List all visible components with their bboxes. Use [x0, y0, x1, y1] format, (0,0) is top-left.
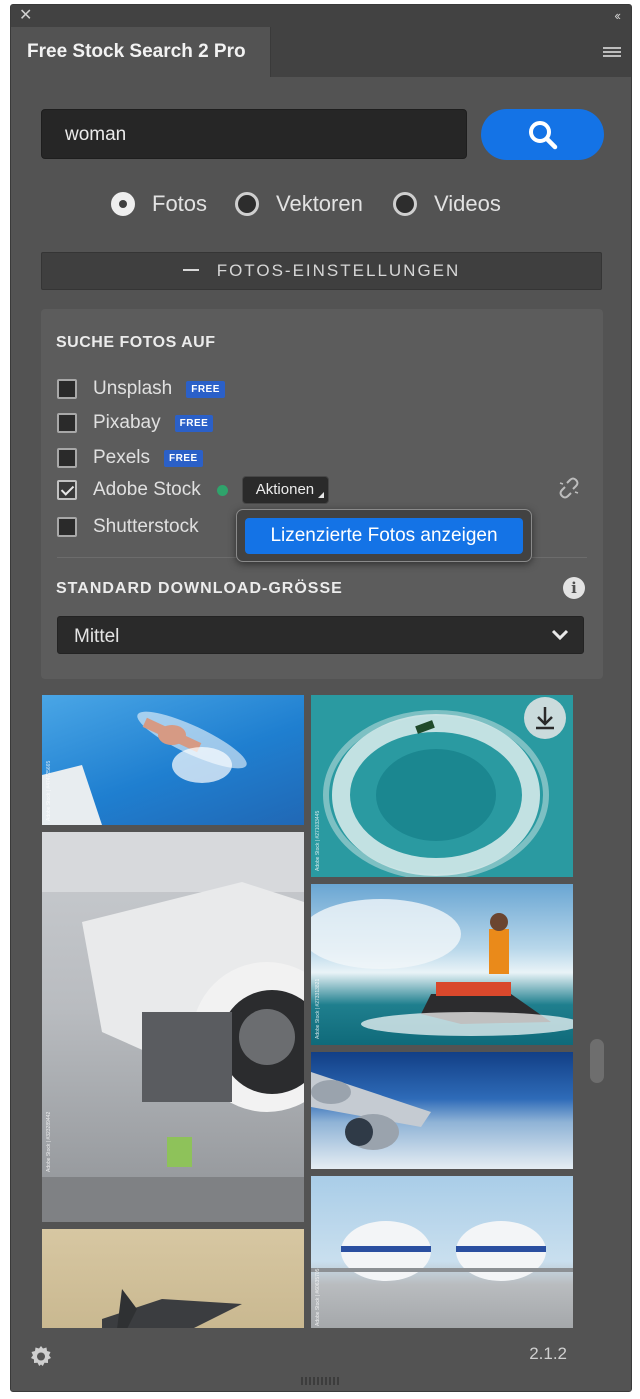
results-scrollbar-thumb[interactable]	[590, 1039, 604, 1083]
source-pexels[interactable]: Pexels FREE	[57, 446, 203, 470]
radio-videos-label: Videos	[434, 191, 501, 216]
result-airplane-wing-photo[interactable]	[311, 1052, 573, 1169]
version-label: 2.1.2	[529, 1344, 567, 1363]
radio-vektoren-indicator[interactable]	[235, 192, 259, 216]
fighter-jet-image	[102, 1289, 242, 1329]
plugin-panel: ✕ ‹‹ Free Stock Search 2 Pro woman Fotos…	[10, 4, 632, 1392]
connected-status-dot	[216, 484, 228, 496]
close-icon[interactable]: ✕	[19, 7, 32, 25]
actions-dropdown-button[interactable]: Aktionen	[241, 476, 330, 504]
result-aircraft-engine-photo[interactable]: Adobe Stock | #323289442	[42, 832, 304, 1222]
radio-vektoren-label: Vektoren	[276, 191, 363, 216]
watermark: Adobe Stock | #474725665	[46, 760, 52, 821]
radio-vektoren[interactable]: Vektoren	[235, 191, 363, 217]
photo-settings-section: SUCHE FOTOS AUF Unsplash FREE Pixabay FR…	[41, 309, 603, 679]
source-label: Pexels	[93, 447, 151, 468]
search-button[interactable]	[481, 109, 604, 160]
resize-grip[interactable]	[301, 1377, 341, 1385]
minus-icon	[182, 268, 199, 271]
panel-footer: 2.1.2	[11, 1328, 631, 1391]
radio-videos-indicator[interactable]	[393, 192, 417, 216]
settings-collapse-header[interactable]: FOTOS-EINSTELLUNGEN	[41, 252, 602, 290]
radio-videos[interactable]: Videos	[393, 191, 501, 217]
result-swimming-woman-photo[interactable]: Adobe Stock | #474725665	[42, 695, 304, 825]
unlink-icon[interactable]	[558, 477, 580, 499]
download-button[interactable]	[524, 697, 566, 739]
download-size-value: Mittel	[74, 626, 120, 647]
hamburger-menu-icon[interactable]	[603, 47, 621, 59]
swimming-woman-image	[42, 711, 247, 825]
checkbox-unsplash[interactable]	[57, 379, 77, 399]
radio-fotos-indicator[interactable]	[111, 192, 135, 216]
checkbox-pexels[interactable]	[57, 448, 77, 468]
source-label: Unsplash	[93, 378, 173, 399]
result-jumbo-jets-photo[interactable]: Adobe Stock | #60635705	[311, 1176, 573, 1331]
source-unsplash[interactable]: Unsplash FREE	[57, 377, 225, 401]
free-badge: FREE	[174, 414, 214, 432]
radio-fotos-label: Fotos	[152, 191, 208, 216]
panel-title: Free Stock Search 2 Pro	[27, 41, 246, 62]
aircraft-engine-image	[42, 832, 304, 1222]
chevron-down-icon	[551, 629, 569, 641]
watermark: Adobe Stock | #271033445	[315, 810, 321, 871]
result-jetski-rider-photo[interactable]: Adobe Stock | #273313821	[311, 884, 573, 1045]
sources-title: SUCHE FOTOS AUF	[56, 334, 216, 351]
checkbox-shutterstock[interactable]	[57, 517, 77, 537]
source-adobe-stock[interactable]: Adobe Stock Aktionen	[57, 476, 330, 504]
search-input[interactable]: woman	[41, 109, 467, 159]
actions-popup-menu: Lizenzierte Fotos anzeigen	[236, 509, 532, 562]
download-size-select[interactable]: Mittel	[57, 616, 584, 654]
watermark: Adobe Stock | #273313821	[315, 978, 321, 1039]
free-badge: FREE	[164, 449, 203, 467]
airplane-wing-image	[311, 1072, 431, 1150]
tab-strip: Free Stock Search 2 Pro	[11, 27, 631, 77]
source-label: Adobe Stock	[93, 479, 201, 500]
checkbox-adobe-stock[interactable]	[57, 480, 77, 500]
watermark: Adobe Stock | #60635705	[315, 1268, 321, 1326]
search-icon	[529, 121, 558, 150]
result-fighter-jet-photo[interactable]	[42, 1229, 304, 1329]
download-icon	[536, 707, 554, 730]
search-input-value: woman	[65, 124, 127, 145]
source-shutterstock[interactable]: Shutterstock	[57, 515, 199, 539]
gear-icon[interactable]	[29, 1344, 53, 1368]
free-badge: FREE	[186, 380, 225, 398]
menu-item-show-licensed-photos[interactable]: Lizenzierte Fotos anzeigen	[245, 518, 523, 554]
source-label: Pixabay	[93, 412, 161, 433]
jumbo-jets-image	[311, 1221, 573, 1281]
source-label: Shutterstock	[93, 516, 199, 537]
radio-fotos[interactable]: Fotos	[111, 191, 207, 217]
tab-free-stock-search[interactable]: Free Stock Search 2 Pro	[11, 27, 271, 77]
double-chevron-left-icon[interactable]: ‹‹	[614, 7, 621, 25]
jetski-rider-image	[311, 899, 573, 1036]
watermark: Adobe Stock | #323289442	[46, 1111, 52, 1172]
source-pixabay[interactable]: Pixabay FREE	[57, 411, 214, 435]
info-icon[interactable]: i	[563, 577, 585, 599]
panel-topbar: ✕ ‹‹	[11, 5, 631, 27]
download-size-title: STANDARD DOWNLOAD-GRÖSSE	[56, 580, 343, 597]
settings-header-label: FOTOS-EINSTELLUNGEN	[216, 261, 461, 280]
checkbox-pixabay[interactable]	[57, 413, 77, 433]
